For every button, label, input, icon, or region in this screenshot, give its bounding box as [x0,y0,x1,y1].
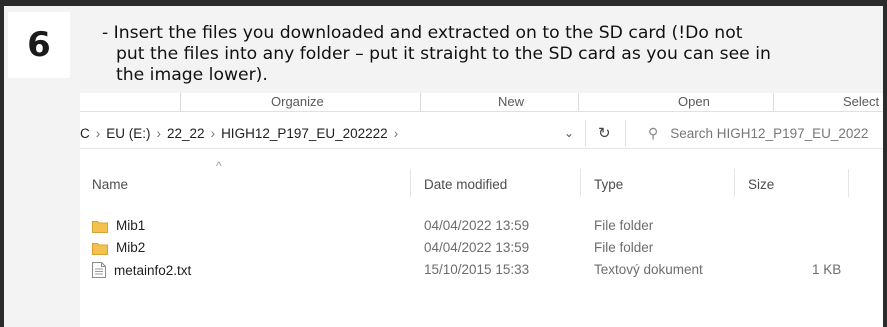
step-number-badge: 6 [8,12,70,78]
file-date: 15/10/2015 15:33 [424,262,530,277]
instruction-line: the image lower). [116,65,268,85]
sort-ascending-icon: ^ [216,159,222,173]
column-divider[interactable] [580,169,581,197]
ribbon-divider [420,93,421,111]
ribbon-divider [773,93,774,111]
column-header-type[interactable]: Type [594,177,623,192]
file-size: 1 KB [812,262,842,277]
column-divider[interactable] [410,169,411,197]
file-name-cell: Mib1 [92,218,145,233]
address-bar[interactable]: C › EU (E:) › 22_22 › HIGH12_P197_EU_202222 › ⌄… [80,118,883,149]
breadcrumb-item[interactable]: 22_22 [167,126,205,141]
step-number: 6 [27,25,51,65]
ribbon-divider [180,93,181,111]
file-type: File folder [594,218,654,233]
search-placeholder: Search HIGH12_P197_EU_2022 [670,126,869,141]
ribbon-group-open[interactable]: Open [678,94,710,109]
file-row[interactable]: Mib2 04/04/2022 13:59 File folder [80,238,883,258]
column-divider[interactable] [734,169,735,197]
file-row[interactable]: metainfo2.txt 15/10/2015 15:33 Textový d… [80,260,883,280]
ribbon-bar: Organize New Open Select [80,93,883,112]
address-divider [585,120,586,146]
column-header-size[interactable]: Size [748,177,774,192]
column-header-date[interactable]: Date modified [424,177,507,192]
breadcrumb: C › EU (E:) › 22_22 › HIGH12_P197_EU_202222 › [80,126,404,141]
chevron-right-icon: › [95,126,101,141]
ribbon-divider [578,93,579,111]
ribbon-group-select[interactable]: Select [843,94,879,109]
breadcrumb-item[interactable]: EU (E:) [106,126,150,141]
folder-icon [92,243,108,255]
instruction-text: - Insert the files you downloaded and ex… [102,23,842,86]
file-name: Mib1 [116,218,146,233]
ribbon-group-new[interactable]: New [498,94,524,109]
breadcrumb-item[interactable]: C [80,126,90,141]
chevron-right-icon: › [210,126,216,141]
file-name-cell: metainfo2.txt [92,262,191,278]
chevron-right-icon: › [156,126,162,141]
chevron-right-icon[interactable]: › [388,126,405,141]
file-type: Textový dokument [594,262,703,277]
search-input[interactable]: ⚲ Search HIGH12_P197_EU_2022 [648,125,868,142]
file-name: Mib2 [116,240,146,255]
address-divider [625,120,626,146]
refresh-icon[interactable]: ↻ [598,124,611,142]
folder-icon [92,221,108,233]
file-type: File folder [594,240,654,255]
file-explorer-screenshot: Organize New Open Select C › EU (E:) › 22_22… [80,93,883,327]
file-name-cell: Mib2 [92,240,145,255]
ribbon-group-organize[interactable]: Organize [271,94,324,109]
file-date: 04/04/2022 13:59 [424,218,530,233]
instruction-line: - Insert the files you downloaded and ex… [102,23,743,43]
search-icon: ⚲ [648,125,659,141]
address-dropdown-icon[interactable]: ⌄ [564,126,574,140]
instruction-line: put the files into any folder – put it s… [116,44,771,64]
file-name: metainfo2.txt [114,263,192,278]
column-header-name[interactable]: Name [92,177,128,192]
text-file-icon [92,262,106,278]
file-row[interactable]: Mib1 04/04/2022 13:59 File folder [80,216,883,236]
breadcrumb-item[interactable]: HIGH12_P197_EU_202222 [221,126,388,141]
file-date: 04/04/2022 13:59 [424,240,530,255]
column-header-row: ^ Name Date modified Type Size [80,159,883,197]
column-divider[interactable] [848,169,849,197]
